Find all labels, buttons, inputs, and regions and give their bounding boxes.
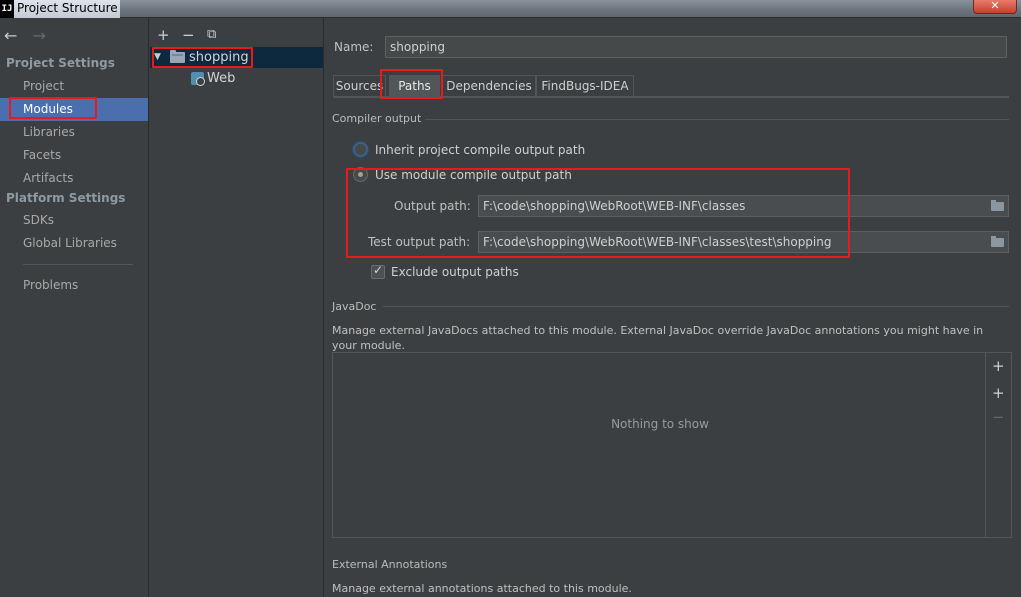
module-tree-panel: + − ⧉ ▼ shopping Web bbox=[150, 18, 324, 597]
nav-item-modules[interactable]: Modules bbox=[0, 98, 148, 121]
web-facet-icon bbox=[191, 72, 205, 86]
inherit-output-radio[interactable] bbox=[353, 142, 368, 157]
tree-item-web[interactable]: Web bbox=[150, 68, 323, 89]
title-bar: IJ Project Structure ✕ bbox=[0, 0, 1021, 18]
back-arrow-icon[interactable]: ← bbox=[4, 26, 17, 45]
test-output-path-field[interactable]: F:\code\shopping\WebRoot\WEB-INF\classes… bbox=[478, 231, 1009, 253]
settings-navigation: ← → Project Settings Project Modules Lib… bbox=[0, 18, 149, 597]
javadoc-toolbar: + + − bbox=[986, 352, 1012, 538]
module-output-radio[interactable] bbox=[353, 167, 368, 182]
exclude-output-label[interactable]: Exclude output paths bbox=[391, 265, 519, 279]
tab-dependencies[interactable]: Dependencies bbox=[442, 75, 536, 97]
expand-triangle-icon[interactable]: ▼ bbox=[154, 47, 161, 68]
output-path-field[interactable]: F:\code\shopping\WebRoot\WEB-INF\classes bbox=[478, 195, 1009, 217]
nav-item-sdks[interactable]: SDKs bbox=[0, 209, 148, 232]
nav-item-project[interactable]: Project bbox=[0, 75, 148, 98]
platform-settings-header: Platform Settings bbox=[6, 191, 126, 205]
browse-folder-icon[interactable] bbox=[991, 236, 1004, 247]
tree-item-label: Web bbox=[207, 71, 236, 86]
test-output-path-label: Test output path: bbox=[368, 235, 471, 249]
remove-icon[interactable]: − bbox=[182, 26, 195, 44]
nav-item-libraries[interactable]: Libraries bbox=[0, 121, 148, 144]
remove-javadoc-icon[interactable]: − bbox=[992, 408, 1005, 426]
section-divider bbox=[383, 306, 1009, 307]
external-annotations-header: External Annotations bbox=[332, 558, 448, 571]
module-output-label[interactable]: Use module compile output path bbox=[375, 168, 572, 182]
module-name-field[interactable]: shopping bbox=[385, 36, 1007, 58]
browse-folder-icon[interactable] bbox=[991, 200, 1004, 211]
add-icon[interactable]: + bbox=[157, 26, 170, 44]
name-label: Name: bbox=[334, 40, 374, 54]
inherit-output-label[interactable]: Inherit project compile output path bbox=[375, 143, 585, 157]
tab-findbugs-idea[interactable]: FindBugs-IDEA bbox=[536, 75, 634, 97]
nav-item-global-libraries[interactable]: Global Libraries bbox=[0, 232, 148, 255]
add-javadoc-icon[interactable]: + bbox=[992, 357, 1005, 375]
empty-list-text: Nothing to show bbox=[611, 417, 709, 431]
forward-arrow-icon[interactable]: → bbox=[33, 26, 46, 45]
output-path-value: F:\code\shopping\WebRoot\WEB-INF\classes bbox=[483, 199, 746, 213]
tree-item-shopping[interactable]: ▼ shopping bbox=[150, 47, 323, 68]
output-path-label: Output path: bbox=[394, 199, 471, 213]
tab-sources[interactable]: Sources bbox=[333, 75, 386, 97]
add-url-icon[interactable]: + bbox=[992, 384, 1005, 402]
compiler-output-header: Compiler output bbox=[332, 112, 422, 125]
nav-item-artifacts[interactable]: Artifacts bbox=[0, 167, 148, 190]
close-button[interactable]: ✕ bbox=[973, 0, 1017, 14]
javadoc-header: JavaDoc bbox=[332, 300, 377, 313]
nav-item-facets[interactable]: Facets bbox=[0, 144, 148, 167]
tree-item-label: shopping bbox=[189, 50, 249, 65]
tab-paths[interactable]: Paths bbox=[389, 75, 440, 97]
nav-separator bbox=[23, 264, 133, 265]
module-settings-panel: Name: shopping Sources Paths Dependencie… bbox=[325, 18, 1021, 597]
tab-underline bbox=[333, 96, 1009, 98]
javadoc-list[interactable]: Nothing to show bbox=[332, 352, 986, 538]
javadoc-description: Manage external JavaDocs attached to thi… bbox=[332, 324, 984, 352]
window-title: Project Structure bbox=[14, 0, 120, 18]
external-annotations-description: Manage external annotations attached to … bbox=[332, 582, 632, 595]
exclude-output-checkbox[interactable] bbox=[371, 263, 385, 279]
intellij-icon: IJ bbox=[0, 0, 14, 18]
copy-icon[interactable]: ⧉ bbox=[207, 27, 216, 42]
history-arrows: ← → bbox=[4, 26, 56, 45]
module-folder-icon bbox=[170, 50, 185, 63]
test-output-path-value: F:\code\shopping\WebRoot\WEB-INF\classes… bbox=[483, 235, 832, 249]
project-settings-header: Project Settings bbox=[6, 56, 115, 70]
section-divider bbox=[425, 119, 1009, 120]
nav-item-problems[interactable]: Problems bbox=[0, 274, 148, 297]
